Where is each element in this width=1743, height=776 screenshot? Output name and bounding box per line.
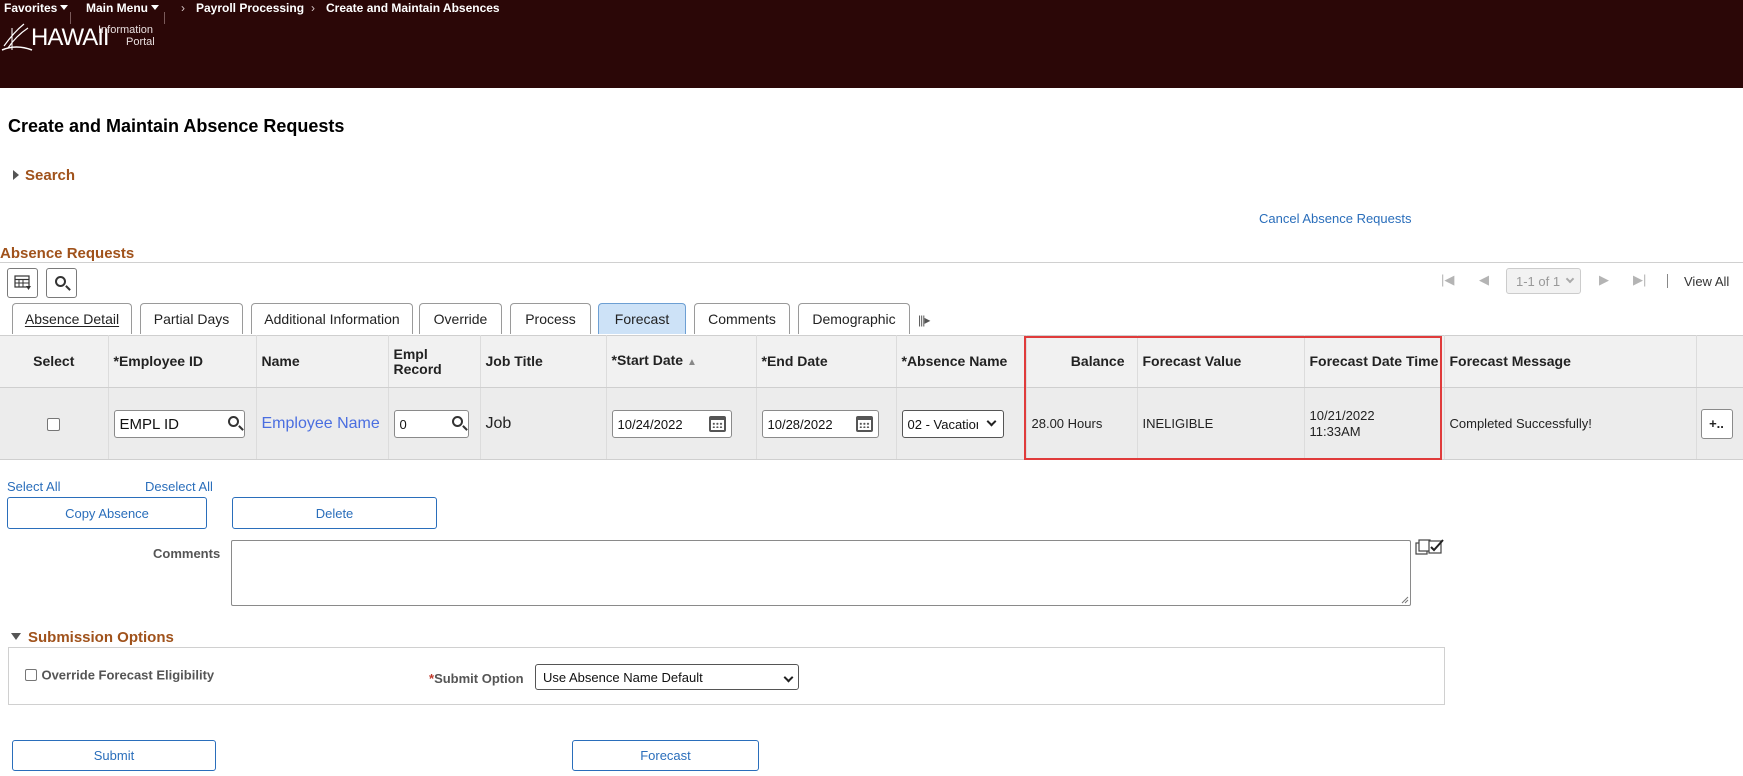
override-forecast-label: Override Forecast Eligibility	[41, 667, 215, 683]
last-page-icon[interactable]: ▶|	[1633, 272, 1646, 288]
table-row: EMPL ID Employee Name 0 Job 10/24/2022 1…	[0, 387, 1743, 460]
column-header-employee-id[interactable]: *Employee ID	[108, 335, 257, 388]
employee-id-cell: EMPL ID	[108, 387, 257, 460]
column-header-start-date[interactable]: *Start Date ▲	[606, 335, 757, 388]
favorites-menu[interactable]: Favorites	[4, 1, 69, 15]
add-row-button[interactable]: +..	[1700, 408, 1733, 439]
column-header-balance[interactable]: Balance	[1026, 335, 1138, 388]
cancel-absence-requests-link[interactable]: Cancel Absence Requests	[1259, 211, 1411, 226]
comments-label: Comments	[153, 546, 221, 561]
forecast-button[interactable]: Forecast	[572, 740, 759, 771]
find-button[interactable]	[46, 268, 77, 298]
show-all-columns-icon[interactable]: |||▸	[918, 313, 930, 327]
view-all-link[interactable]: View All	[1684, 274, 1729, 289]
chevron-down-icon	[1565, 274, 1575, 284]
search-icon[interactable]	[227, 415, 239, 427]
search-icon[interactable]	[451, 415, 463, 427]
main-menu[interactable]: Main Menu	[86, 1, 159, 15]
select-cell	[0, 387, 109, 460]
tab-override[interactable]: Override	[419, 303, 502, 334]
column-header-actions	[1696, 335, 1743, 388]
column-header-forecast-message[interactable]: Forecast Message	[1444, 335, 1697, 388]
column-header-end-date[interactable]: *End Date	[756, 335, 897, 388]
employee-id-input[interactable]: EMPL ID	[113, 409, 245, 438]
column-header-job-title[interactable]: Job Title	[480, 335, 607, 388]
tab-absence-detail[interactable]: Absence Detail	[12, 303, 132, 334]
logo-sail-icon	[1, 23, 33, 51]
search-icon	[55, 276, 66, 287]
comments-textarea[interactable]	[231, 540, 1411, 606]
breadcrumb-chevron-icon: ›	[181, 1, 185, 15]
chevron-down-icon	[783, 672, 794, 683]
expand-right-icon	[13, 170, 19, 180]
tab-partial-days[interactable]: Partial Days	[140, 303, 243, 334]
chevron-down-icon	[60, 5, 69, 10]
deselect-all-link[interactable]: Deselect All	[145, 479, 213, 494]
column-header-forecast-date-time[interactable]: Forecast Date Time	[1304, 335, 1445, 388]
sort-ascending-icon: ▲	[686, 357, 697, 368]
override-forecast-checkbox-wrap: Override Forecast Eligibility	[25, 666, 214, 684]
forecast-value-cell: INELIGIBLE	[1137, 387, 1305, 460]
forecast-message-cell: Completed Successfully!	[1444, 387, 1697, 460]
first-page-icon[interactable]: |◀	[1441, 272, 1454, 288]
tab-process[interactable]: Process	[510, 303, 591, 334]
breadcrumb-chevron-icon: ›	[311, 1, 315, 15]
breadcrumb-current-page[interactable]: Create and Maintain Absences	[326, 1, 500, 15]
resize-handle-icon[interactable]	[1401, 596, 1409, 604]
previous-page-icon[interactable]: ◀	[1479, 272, 1489, 288]
grid-settings-icon	[14, 275, 31, 290]
hawaii-logo[interactable]: HAWAII Information Portal	[0, 20, 170, 56]
page-title: Create and Maintain Absence Requests	[8, 116, 345, 136]
tab-forecast[interactable]: Forecast	[598, 303, 686, 334]
submit-option-select[interactable]: Use Absence Name Default	[535, 664, 799, 690]
column-header-forecast-value[interactable]: Forecast Value	[1137, 335, 1305, 388]
start-date-cell: 10/24/2022	[606, 387, 757, 460]
calendar-icon[interactable]	[708, 415, 726, 432]
forecast-date-time-cell: 10/21/2022 11:33AM	[1304, 387, 1445, 460]
calendar-icon[interactable]	[855, 415, 873, 432]
tab-demographic[interactable]: Demographic	[798, 303, 910, 334]
pager-select[interactable]: 1-1 of 1	[1506, 268, 1581, 294]
next-page-icon[interactable]: ▶	[1599, 272, 1609, 288]
submit-option-label: *Use Absence Name DefaultSubmit Option	[429, 671, 524, 686]
copy-absence-button[interactable]: Copy Absence	[7, 497, 207, 529]
employee-name-link[interactable]: Employee Name	[262, 415, 380, 432]
empl-record-cell: 0	[388, 387, 481, 460]
absence-name-select[interactable]: 02 - Vacation	[901, 409, 1004, 438]
tab-additional-information[interactable]: Additional Information	[251, 303, 413, 334]
delete-button[interactable]: Delete	[232, 497, 437, 529]
select-all-link[interactable]: Select All	[7, 479, 60, 494]
collapse-down-icon	[11, 633, 21, 640]
start-date-input[interactable]: 10/24/2022	[611, 409, 732, 438]
override-forecast-checkbox[interactable]	[25, 668, 37, 681]
spell-check-icon[interactable]	[1415, 539, 1445, 557]
row-select-checkbox[interactable]	[47, 418, 61, 432]
job-title-cell: Job	[480, 387, 607, 460]
divider	[0, 262, 1743, 263]
absence-requests-grid: Select *Employee ID Name Empl Record Job …	[0, 335, 1743, 460]
divider	[1667, 274, 1668, 288]
actions-cell: +..	[1696, 387, 1743, 460]
absence-name-cell: 02 - Vacation	[896, 387, 1027, 460]
column-header-absence-name[interactable]: *Absence Name	[896, 335, 1027, 388]
personalize-grid-button[interactable]	[7, 268, 38, 298]
grid-title: Absence Requests	[0, 245, 135, 262]
search-toggle[interactable]: Search	[13, 167, 75, 184]
breadcrumb-payroll-processing[interactable]: Payroll Processing	[196, 1, 304, 15]
end-date-cell: 10/28/2022	[756, 387, 897, 460]
column-header-empl-record[interactable]: Empl Record	[388, 335, 481, 388]
column-header-name[interactable]: Name	[256, 335, 389, 388]
name-cell: Employee Name	[256, 387, 389, 460]
balance-cell: 28.00 Hours	[1026, 387, 1138, 460]
submit-button[interactable]: Submit	[12, 740, 216, 771]
chevron-down-icon	[151, 5, 159, 10]
chevron-down-icon	[986, 416, 996, 426]
submission-options-toggle[interactable]: Submission Options	[11, 629, 174, 646]
tab-comments[interactable]: Comments	[694, 303, 790, 334]
column-header-select: Select	[0, 335, 109, 388]
header-banner: Favorites Main Menu › Payroll Processing…	[0, 0, 1743, 88]
end-date-input[interactable]: 10/28/2022	[761, 409, 879, 438]
empl-record-input[interactable]: 0	[393, 409, 469, 438]
